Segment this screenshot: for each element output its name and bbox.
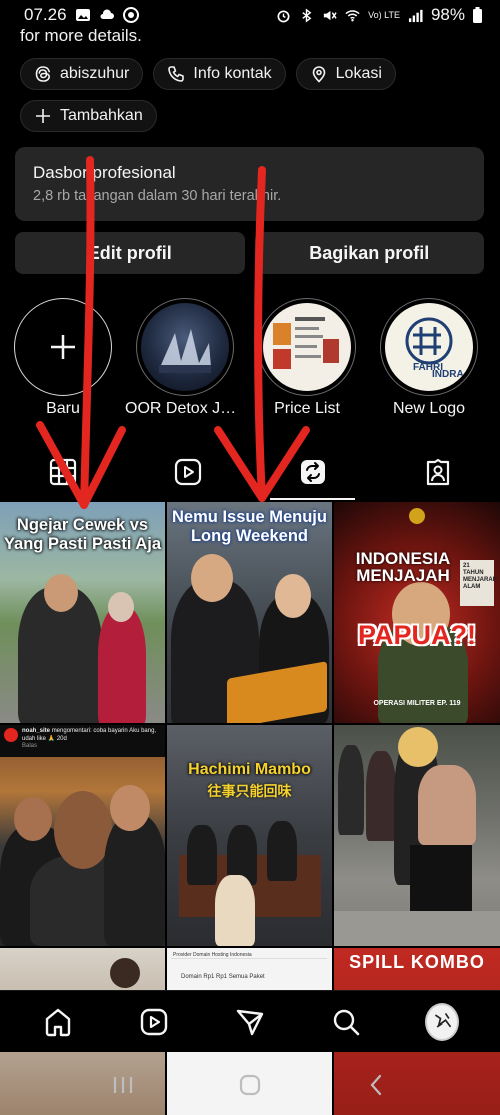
repost-icon [300,460,325,484]
threads-link-pill[interactable]: abiszuhur [20,58,144,90]
post-header: Provider Domain Hosting Indonesia [173,952,252,958]
search-icon [333,1009,360,1035]
wifi-icon [345,9,360,21]
contact-info-pill[interactable]: Info kontak [153,58,286,90]
post-caption: Ngejar Cewek vs Yang Pasti Pasti Aja [3,516,162,553]
grid-icon [49,458,76,486]
home-icon [45,1008,71,1036]
plus-icon [36,109,50,123]
nav-profile[interactable] [425,1002,459,1041]
tab-reposts[interactable] [250,444,375,500]
nav-home[interactable] [41,1005,75,1039]
status-time: 07.26 [24,5,67,24]
avatar [425,1002,459,1041]
highlight-thumbnail [141,303,229,391]
location-pin-icon [312,66,325,83]
post-caption: INDONESIA MENJAJAH [355,549,451,585]
signal-icon [408,9,423,22]
post-line: Domain Rp1 Rp1 Semua Paket [181,974,265,980]
nav-reels[interactable] [137,1005,171,1039]
tab-tagged[interactable] [375,444,500,500]
tab-grid[interactable] [0,444,125,500]
pill-label: Info kontak [193,65,272,82]
highlight-label: OOR Detox JKT... [125,400,245,417]
post-caption: Hachimi Mambo [188,761,311,778]
post-thumbnail[interactable] [334,725,500,946]
nav-search[interactable] [329,1005,363,1039]
gallery-icon [75,9,90,21]
battery-icon [473,7,482,23]
post-thumbnail[interactable]: 21 TAHUN MENJARAH ALAM INDONESIA MENJAJA… [334,502,500,723]
highlight-oor-detox[interactable]: OOR Detox JKT... [125,298,245,418]
post-caption: Nemu Issue Menuju Long Weekend [172,508,327,545]
comment-reply: Balas [22,743,38,749]
cloud-icon [100,9,114,19]
tab-reels[interactable] [125,444,250,500]
pill-label: Lokasi [335,65,382,82]
professional-dashboard[interactable]: Dasbor profesional 2,8 rb tayangan dalam… [15,147,484,221]
system-navigation [0,1055,500,1115]
post-caption: SPILL KOMBO [349,952,485,972]
share-profile-button[interactable]: Bagikan profil [254,232,484,274]
add-link-pill[interactable]: Tambahkan [20,100,157,132]
edit-profile-button[interactable]: Edit profil [15,232,245,274]
reels-icon [174,458,201,486]
network-label: Vo) LTE [368,9,400,20]
highlight-price-list[interactable]: Price List [258,298,356,418]
highlight-new-logo[interactable]: FAHRI INDRA New Logo [380,298,478,418]
bottom-navigation [0,990,500,1052]
phone-icon [168,66,185,82]
send-icon [236,1009,264,1035]
story-highlights: Baru OOR Detox JKT... Price List FAHRI I… [14,298,478,418]
highlight-label: Baru [46,400,80,417]
highlight-label: New Logo [392,400,466,417]
profile-links: abiszuhur Info kontak Lokasi Tambahkan [20,58,480,132]
battery-percent: 98% [430,5,465,24]
pill-label: Tambahkan [60,107,143,124]
post-caption-highlight: PAPUA?! [358,620,476,650]
profile-tabs [0,444,500,500]
profile-actions: Edit profil Bagikan profil [15,232,484,274]
bio-text: for more details. [20,26,142,45]
home-button-icon[interactable] [237,1072,263,1098]
avatar [4,728,18,742]
comment-overlay: noah_site mengomentari: coba bayarin Aku… [0,725,165,757]
mute-icon [323,10,337,20]
avatar-drawing [434,1012,452,1028]
brand-logo: FAHRI INDRA [405,317,464,380]
comment-user: noah_site [22,728,51,734]
location-pill[interactable]: Lokasi [295,58,396,90]
pill-label: abiszuhur [60,65,130,82]
dashboard-subtitle: 2,8 rb tayangan dalam 30 hari terakhir. [33,188,282,204]
recent-apps-icon[interactable] [110,1072,136,1098]
post-subcaption: 往事只能回味 [207,783,292,799]
plus-icon [51,335,75,359]
post-thumbnail[interactable]: noah_site mengomentari: coba bayarin Aku… [0,725,165,946]
highlight-thumbnail [263,303,351,391]
tagged-person-icon [426,458,449,486]
nav-messages[interactable] [233,1005,267,1039]
back-icon[interactable] [364,1072,390,1098]
post-thumbnail[interactable]: Nemu Issue Menuju Long Weekend [167,502,332,723]
post-thumbnail[interactable]: Ngejar Cewek vs Yang Pasti Pasti Aja [0,502,165,723]
post-thumbnail[interactable]: Hachimi Mambo 往事只能回味 [167,725,332,946]
highlight-new[interactable]: Baru [14,298,112,418]
dashboard-title: Dasbor profesional [33,163,176,182]
app-notification-icon [122,7,139,23]
highlight-thumbnail: FAHRI INDRA [385,303,473,391]
alarm-icon [277,9,290,22]
post-small-text: OPERASI MILITER EP. 119 [373,700,461,707]
highlight-label: Price List [274,400,340,417]
bluetooth-icon [302,7,312,23]
threads-icon [35,66,51,82]
reels-icon [140,1008,168,1035]
logo-line-2: INDRA [432,369,464,380]
